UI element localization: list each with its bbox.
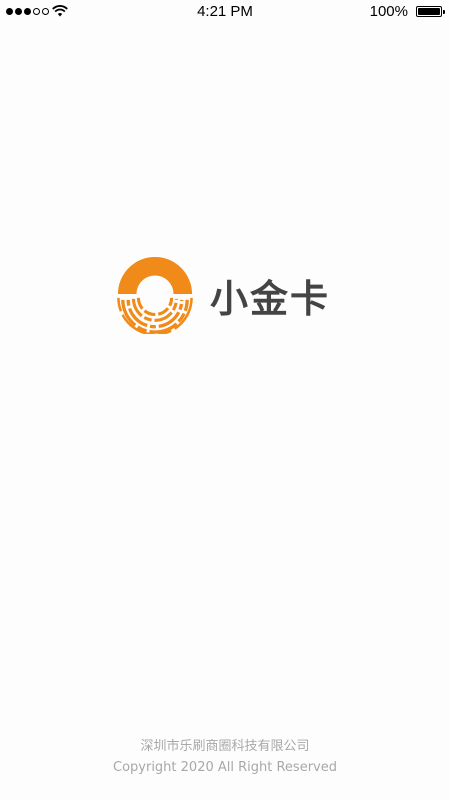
brand-name: 小金卡 <box>210 276 331 321</box>
company-name: 深圳市乐刷商圈科技有限公司 <box>140 739 310 754</box>
app-logo: 小金卡 <box>116 256 330 334</box>
footer: 深圳市乐刷商圈科技有限公司 Copyright 2020 All Right R… <box>0 736 450 778</box>
orange-ring-logo-icon <box>117 256 193 334</box>
copyright-text: Copyright 2020 All Right Reserved <box>113 760 337 775</box>
battery-percent: 100% <box>369 3 408 20</box>
battery-icon <box>416 6 445 17</box>
status-bar: 4:21 PM 100% <box>0 0 450 24</box>
